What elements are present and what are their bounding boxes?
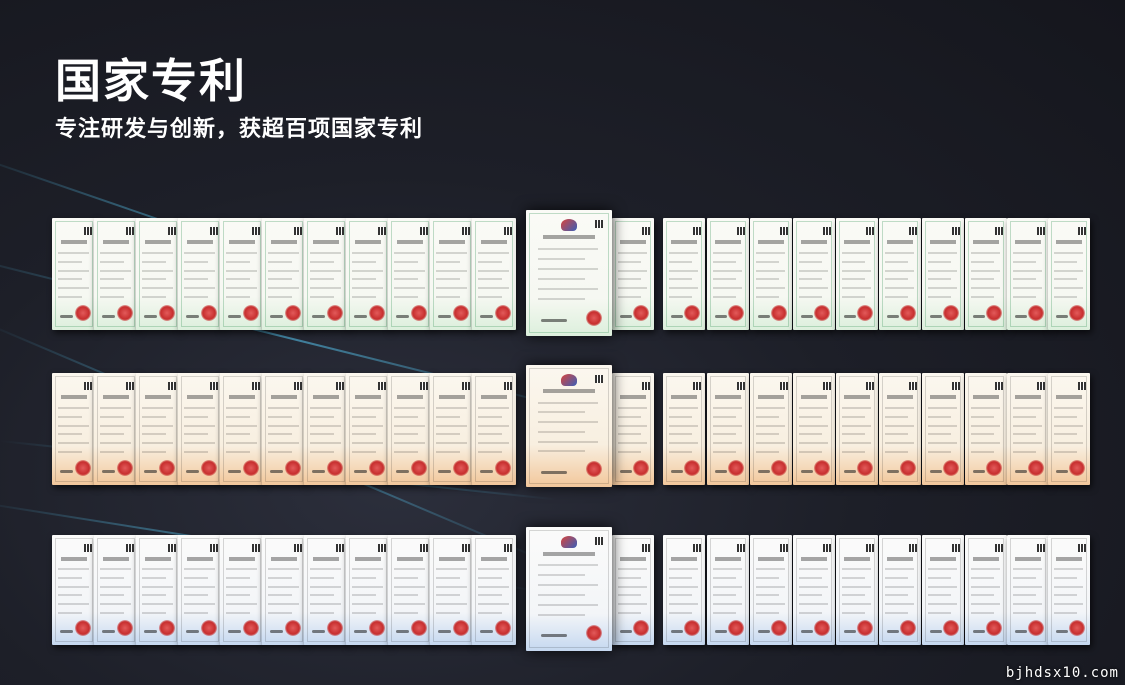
certificate-thumbnail	[346, 218, 390, 330]
certificate-thumbnail	[430, 218, 474, 330]
certificate-thumbnail	[836, 373, 878, 485]
certificate-thumbnail	[136, 535, 180, 645]
certificate-thumbnail	[750, 218, 792, 330]
certificate-thumbnail	[94, 373, 138, 485]
certificate-row-design	[0, 527, 1125, 657]
certificate-thumbnail	[178, 535, 222, 645]
certificate-thumbnail	[612, 218, 654, 330]
certificate-thumbnail	[1007, 373, 1049, 485]
certificate-thumbnail	[707, 218, 749, 330]
certificate-thumbnail	[922, 373, 964, 485]
certificate-thumbnail	[304, 373, 348, 485]
certificate-thumbnail	[304, 535, 348, 645]
certificate-thumbnail	[707, 373, 749, 485]
certificate-thumbnail	[388, 218, 432, 330]
certificate-thumbnail	[220, 373, 264, 485]
certificate-thumbnail	[793, 535, 835, 645]
page-subtitle: 专注研发与创新，获超百项国家专利	[55, 117, 424, 142]
certificate-thumbnail	[304, 218, 348, 330]
certificate-thumbnail	[750, 535, 792, 645]
certificate-thumbnail	[965, 218, 1007, 330]
certificate-thumbnail	[262, 373, 306, 485]
certificate-thumbnail	[879, 535, 921, 645]
certificate-thumbnail	[430, 373, 474, 485]
certificate-thumbnail	[220, 535, 264, 645]
certificate-thumbnail	[750, 373, 792, 485]
certificate-thumbnail	[965, 535, 1007, 645]
certificate-thumbnail	[52, 373, 96, 485]
certificate-thumbnail	[94, 535, 138, 645]
certificate-thumbnail	[52, 218, 96, 330]
certificate-thumbnail	[94, 218, 138, 330]
featured-certificate	[526, 527, 612, 651]
certificate-thumbnail	[472, 373, 516, 485]
certificate-thumbnail	[346, 535, 390, 645]
certificate-thumbnail	[262, 535, 306, 645]
certificate-thumbnail	[472, 535, 516, 645]
certificate-thumbnail	[1048, 535, 1090, 645]
certificate-row-invention	[0, 365, 1125, 495]
certificate-thumbnail	[178, 373, 222, 485]
certificate-thumbnail	[965, 373, 1007, 485]
certificate-thumbnail	[220, 218, 264, 330]
certificate-thumbnail	[52, 535, 96, 645]
certificate-thumbnail	[836, 535, 878, 645]
featured-certificate	[526, 365, 612, 487]
certificate-thumbnail	[612, 373, 654, 485]
certificate-thumbnail	[1007, 535, 1049, 645]
certificate-thumbnail	[1048, 218, 1090, 330]
certificate-thumbnail	[1048, 373, 1090, 485]
certificate-thumbnail	[793, 218, 835, 330]
featured-certificate	[526, 210, 612, 336]
certificate-thumbnail	[879, 373, 921, 485]
certificate-thumbnail	[430, 535, 474, 645]
certificate-thumbnail	[262, 218, 306, 330]
certificate-thumbnail	[663, 535, 705, 645]
certificate-thumbnail	[472, 218, 516, 330]
certificate-row-utility	[0, 210, 1125, 345]
certificate-thumbnail	[1007, 218, 1049, 330]
certificate-thumbnail	[707, 535, 749, 645]
certificate-thumbnail	[836, 218, 878, 330]
certificate-thumbnail	[136, 373, 180, 485]
certificate-thumbnail	[388, 373, 432, 485]
certificate-thumbnail	[922, 535, 964, 645]
certificate-thumbnail	[178, 218, 222, 330]
certificate-thumbnail	[922, 218, 964, 330]
certificate-thumbnail	[663, 218, 705, 330]
certificate-thumbnail	[612, 535, 654, 645]
certificate-thumbnail	[388, 535, 432, 645]
site-watermark: bjhdsx10.com	[1005, 665, 1119, 681]
page-title: 国家专利	[55, 54, 247, 108]
certificate-thumbnail	[879, 218, 921, 330]
certificate-thumbnail	[663, 373, 705, 485]
certificate-thumbnail	[346, 373, 390, 485]
certificate-thumbnail	[136, 218, 180, 330]
certificate-thumbnail	[793, 373, 835, 485]
